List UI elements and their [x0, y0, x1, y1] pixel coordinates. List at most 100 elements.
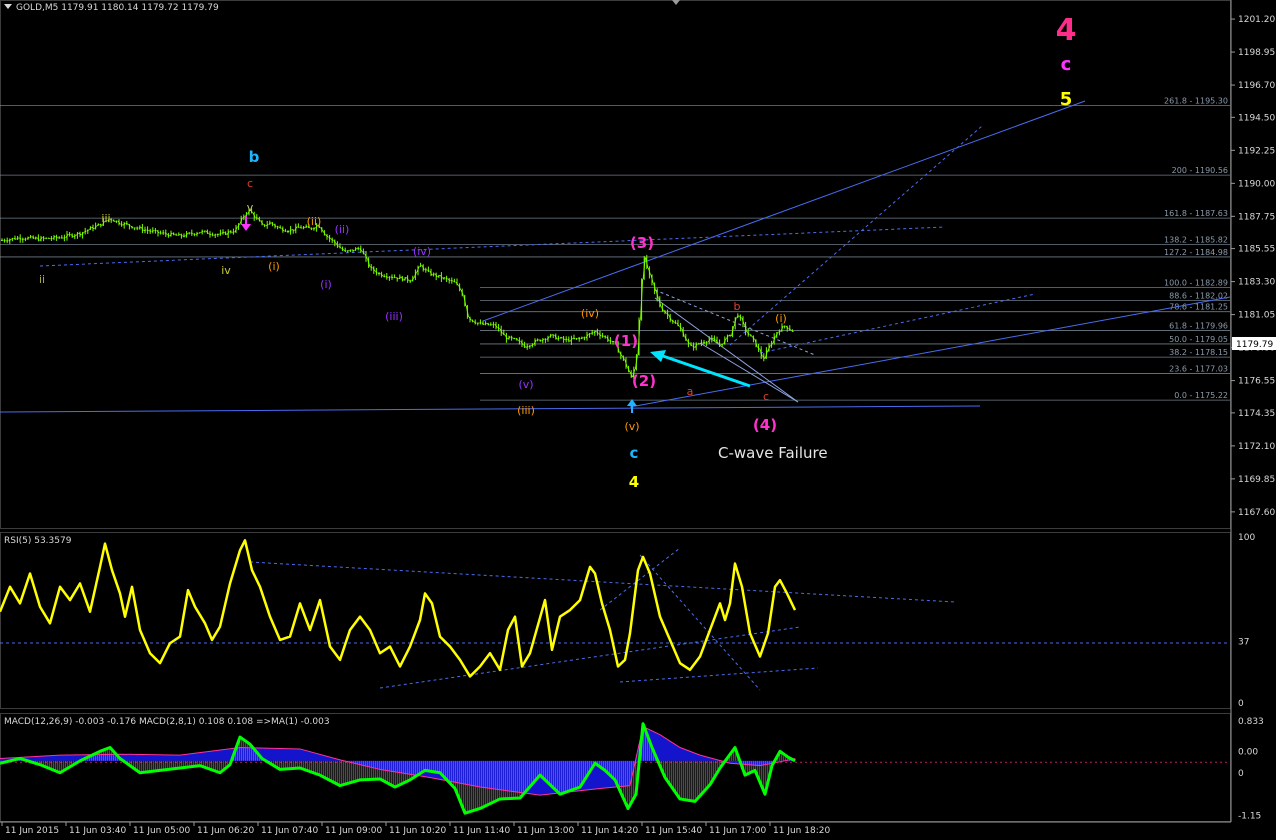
candle [278, 225, 282, 229]
candle [325, 234, 329, 240]
wave-label: (i) [320, 278, 332, 291]
candle [559, 336, 563, 339]
candle [492, 321, 495, 328]
candle [154, 228, 157, 234]
price-tick-label: 1169.85 [1238, 475, 1275, 485]
candle-body [177, 233, 181, 236]
candle [390, 274, 394, 280]
candle [520, 339, 524, 347]
candle [679, 322, 683, 332]
candle [383, 274, 386, 278]
candle-body [788, 328, 792, 331]
rsi-panel[interactable] [0, 532, 1231, 709]
candle [364, 251, 368, 262]
candle [367, 257, 371, 268]
candle [73, 233, 77, 240]
candle-body [16, 237, 19, 240]
candle-body [538, 339, 542, 342]
candle [552, 334, 555, 339]
candle-body [713, 337, 716, 341]
candle [424, 267, 427, 273]
rsi-trend-cross1 [639, 554, 761, 691]
time-tick-label: 11 Jun 05:00 [133, 826, 190, 836]
candle-body [198, 231, 201, 234]
wave-label: (2) [632, 372, 656, 390]
candle [156, 230, 160, 237]
candle-body [229, 230, 233, 233]
collapse-triangle-icon[interactable] [4, 4, 12, 9]
candle-body [164, 232, 168, 235]
candle [393, 274, 396, 279]
rsi-tick-label: 0 [1238, 699, 1244, 709]
candle [226, 229, 230, 239]
candle-body [346, 250, 349, 252]
scroll-marker-icon[interactable] [672, 0, 680, 5]
candle [400, 276, 404, 282]
candle [676, 319, 680, 327]
candle [541, 338, 545, 344]
candle [55, 234, 58, 241]
fib-label: 23.6 - 1177.03 [1169, 365, 1228, 374]
candle-body [572, 337, 576, 340]
price-tick-label: 1201.20 [1238, 15, 1275, 25]
candle [58, 236, 61, 239]
time-tick-label: 11 Jun 2015 [5, 826, 59, 836]
main-panel[interactable] [0, 0, 1231, 529]
candle [21, 237, 24, 243]
candle [343, 247, 347, 252]
candle [697, 342, 700, 345]
candle [437, 274, 441, 278]
candle-body [180, 233, 183, 237]
candle [686, 338, 690, 348]
candle [728, 334, 732, 337]
candle [544, 338, 547, 343]
candle [252, 211, 256, 221]
candle [583, 336, 586, 341]
candle [580, 336, 584, 340]
candle [78, 231, 82, 238]
candle [596, 328, 599, 336]
candle-body [29, 236, 32, 239]
candle [725, 334, 729, 343]
candle-body [473, 321, 477, 324]
candle [120, 221, 123, 227]
macd-tick-label: 0.00 [1238, 747, 1258, 757]
price-tick-label: 1187.75 [1238, 212, 1275, 222]
candle [239, 215, 243, 225]
price-tick-label: 1194.50 [1238, 113, 1275, 123]
candle [13, 235, 17, 240]
candle [650, 274, 654, 286]
candle-body [445, 277, 448, 280]
candle [642, 255, 646, 280]
fib-label: 61.8 - 1179.96 [1169, 322, 1228, 331]
price-tick-label: 1198.95 [1238, 48, 1275, 58]
candle-body [310, 227, 313, 230]
candle [115, 220, 118, 224]
rsi-trend-lower [379, 626, 801, 689]
candle-body [289, 229, 292, 232]
candle [60, 235, 63, 239]
candle-body [3, 239, 6, 242]
candle-body [276, 226, 279, 228]
candle-body [565, 338, 568, 341]
candle [741, 316, 745, 328]
candle-body [190, 232, 194, 235]
candle [16, 235, 19, 240]
candle-body [674, 321, 677, 324]
candle [341, 246, 344, 251]
candle [234, 224, 238, 233]
candle [354, 247, 357, 252]
candle [549, 333, 552, 338]
candle [52, 235, 56, 241]
candle [385, 273, 388, 280]
candle-body [383, 275, 386, 278]
candle [525, 343, 529, 350]
candle [377, 272, 381, 276]
candle [723, 336, 727, 345]
candle [50, 236, 53, 241]
price-tick-label: 1183.30 [1238, 278, 1275, 288]
candle-body [536, 339, 539, 341]
candle-body [528, 345, 531, 347]
candle [585, 331, 589, 341]
candle-body [432, 273, 435, 276]
